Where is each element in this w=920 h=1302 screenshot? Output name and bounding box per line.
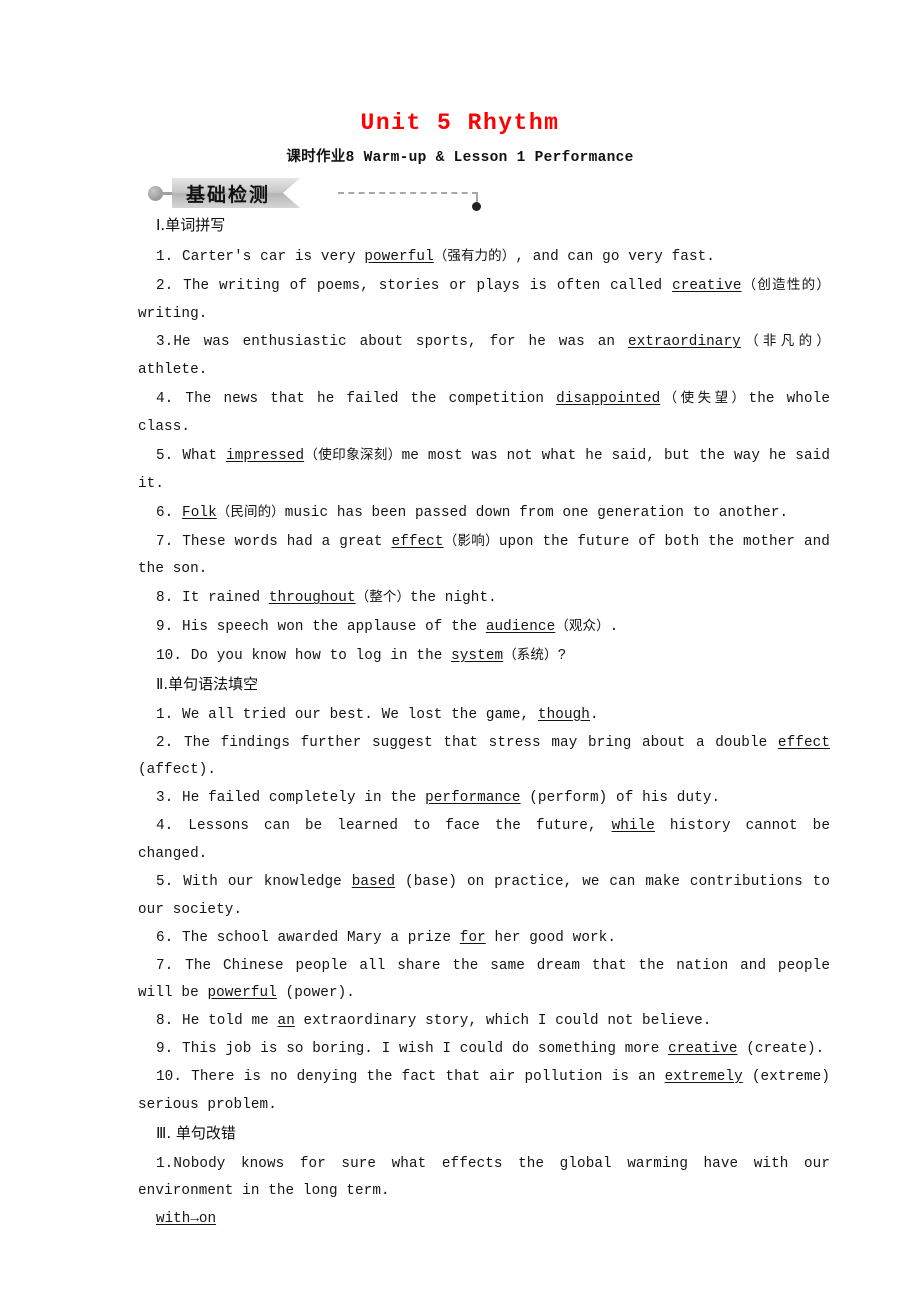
- correction-answer: with→on: [138, 1206, 830, 1234]
- question-item: 1. Carter's car is very powerful（强有力的）, …: [156, 247, 715, 265]
- question-item: 8. It rained throughout（整个）the night.: [156, 589, 497, 607]
- badge-banner: 基础检测: [172, 178, 300, 208]
- question-item: 4. The news that he failed the competiti…: [138, 390, 830, 435]
- question-item: 8. He told me an extraordinary story, wh…: [156, 1013, 712, 1030]
- section-badge: 基础检测: [148, 178, 788, 212]
- question-item: 6. The school awarded Mary a prize for h…: [156, 929, 617, 946]
- section-heading-2: Ⅱ.单句语法填空: [156, 674, 259, 693]
- badge-end-dot-icon: [472, 202, 481, 211]
- worksheet-content: Ⅰ.单词拼写 1. Carter's car is very powerful（…: [138, 212, 830, 1234]
- question-item: 5. With our knowledge based (base) on pr…: [138, 873, 830, 918]
- question-item: 1. We all tried our best. We lost the ga…: [156, 706, 599, 723]
- page-title: Unit 5 Rhythm: [360, 110, 560, 136]
- section-heading-1: Ⅰ.单词拼写: [156, 216, 226, 234]
- correction-answer-text: with→on: [156, 1211, 217, 1228]
- question-item: 3. He failed completely in the performan…: [156, 790, 721, 807]
- page-subtitle: 课时作业8 Warm-up & Lesson 1 Performance: [286, 150, 634, 166]
- question-item: 7. These words had a great effect（影响）upo…: [138, 532, 830, 578]
- question-item: 6. Folk（民间的）music has been passed down f…: [156, 503, 789, 521]
- badge-dashed-line: [338, 192, 478, 194]
- question-item: 10. Do you know how to log in the system…: [156, 647, 567, 664]
- question-item: 7. The Chinese people all share the same…: [138, 957, 830, 1002]
- section-heading-3: Ⅲ. 单句改错: [156, 1123, 236, 1142]
- question-item: 9. His speech won the applause of the au…: [156, 618, 619, 636]
- badge-label: 基础检测: [186, 183, 271, 206]
- question-item: 9. This job is so boring. I wish I could…: [156, 1041, 825, 1058]
- question-item: 4. Lessons can be learned to face the fu…: [138, 818, 831, 862]
- worksheet-page: Unit 5 Rhythm 课时作业8 Warm-up & Lesson 1 P…: [0, 0, 920, 1302]
- question-item: 1.Nobody knows for sure what effects the…: [138, 1155, 830, 1200]
- question-item: 5. What impressed（使印象深刻）me most was not …: [138, 446, 831, 492]
- question-item: 10. There is no denying the fact that ai…: [138, 1069, 830, 1113]
- question-item: 2. The writing of poems, stories or play…: [138, 276, 830, 322]
- question-item: 2. The findings further suggest that str…: [138, 734, 830, 779]
- question-item: 3.He was enthusiastic about sports, for …: [138, 333, 830, 379]
